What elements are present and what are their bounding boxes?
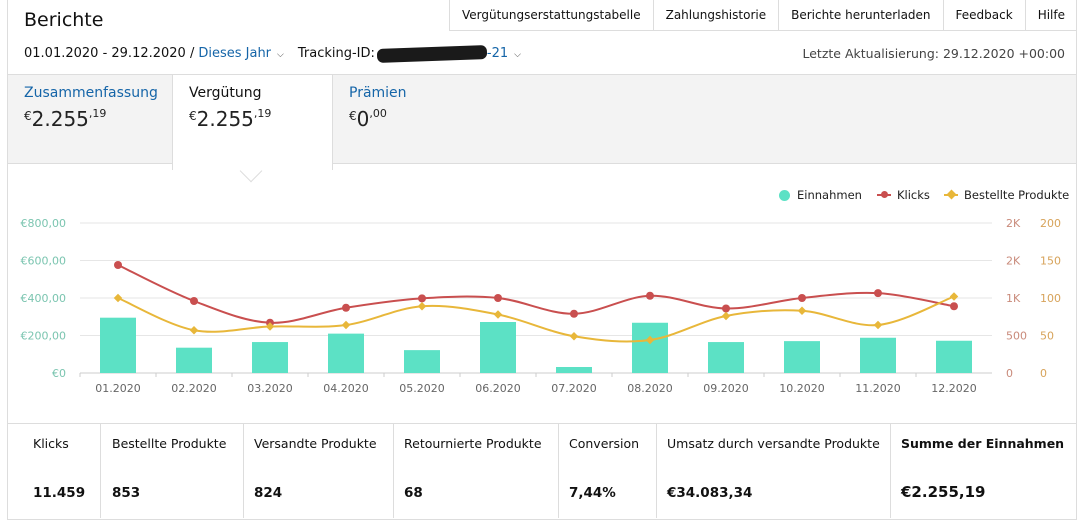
x-axis-tick-label: 08.2020 bbox=[627, 382, 673, 395]
y-axis-right-tick: 1K bbox=[1006, 292, 1021, 305]
bar-einnahmen bbox=[936, 340, 972, 373]
x-axis-tick-label: 05.2020 bbox=[399, 382, 445, 395]
point-klicks bbox=[874, 289, 882, 298]
point-bestellte-produkte bbox=[417, 302, 427, 311]
metric-label: Conversion bbox=[569, 436, 640, 451]
metrics-row: Klicks 11.459 Bestellte Produkte 853 Ver… bbox=[8, 423, 1076, 519]
x-axis-tick-label: 09.2020 bbox=[703, 382, 749, 395]
x-axis-tick-label: 11.2020 bbox=[855, 382, 901, 395]
y-axis-left-tick: €400,00 bbox=[21, 292, 67, 305]
point-klicks bbox=[418, 294, 426, 303]
metric-label: Versandte Produkte bbox=[254, 436, 377, 451]
metric-summe-einnahmen: Summe der Einnahmen €2.255,19 bbox=[891, 424, 1076, 518]
y-axis-right2-tick: 0 bbox=[1040, 367, 1047, 380]
point-klicks bbox=[950, 302, 958, 311]
x-axis-tick-label: 03.2020 bbox=[247, 382, 293, 395]
metric-value: 824 bbox=[254, 485, 283, 501]
y-axis-left-tick: €800,00 bbox=[21, 217, 67, 230]
point-klicks bbox=[646, 291, 654, 300]
x-axis-tick-label: 04.2020 bbox=[323, 382, 369, 395]
y-axis-right2-tick: 50 bbox=[1040, 330, 1054, 343]
metric-value: €2.255,19 bbox=[901, 483, 986, 501]
point-bestellte-produkte bbox=[797, 306, 807, 315]
point-bestellte-produkte bbox=[721, 311, 731, 321]
y-axis-right-tick: 0 bbox=[1006, 367, 1013, 380]
point-klicks bbox=[722, 304, 730, 313]
bar-einnahmen bbox=[100, 317, 136, 373]
y-axis-left-tick: €0 bbox=[52, 367, 66, 380]
x-axis-tick-label: 12.2020 bbox=[931, 382, 977, 395]
y-axis-right2-tick: 100 bbox=[1040, 292, 1061, 305]
y-axis-right-tick: 2K bbox=[1006, 255, 1021, 268]
bar-einnahmen bbox=[328, 333, 364, 373]
metric-retournierte-produkte: Retournierte Produkte 68 bbox=[394, 424, 559, 518]
y-axis-right2-tick: 150 bbox=[1040, 255, 1061, 268]
point-bestellte-produkte bbox=[569, 332, 579, 341]
metric-klicks: Klicks 11.459 bbox=[8, 424, 101, 518]
point-klicks bbox=[494, 294, 502, 302]
bar-einnahmen bbox=[860, 337, 896, 373]
bar-einnahmen bbox=[176, 347, 212, 373]
metric-value: 68 bbox=[404, 485, 423, 501]
metric-label: Bestellte Produkte bbox=[112, 436, 227, 451]
point-bestellte-produkte bbox=[873, 320, 883, 330]
point-bestellte-produkte bbox=[341, 320, 351, 330]
point-klicks bbox=[342, 303, 350, 312]
y-axis-right2-tick: 200 bbox=[1040, 217, 1061, 230]
point-klicks bbox=[570, 309, 578, 318]
x-axis-tick-label: 07.2020 bbox=[551, 382, 597, 395]
bar-einnahmen bbox=[784, 341, 820, 373]
point-klicks bbox=[114, 261, 122, 269]
x-axis-tick-label: 06.2020 bbox=[475, 382, 521, 395]
y-axis-right-tick: 2K bbox=[1006, 217, 1021, 230]
metric-label: Summe der Einnahmen bbox=[901, 436, 1065, 451]
x-axis-tick-label: 02.2020 bbox=[171, 382, 217, 395]
metric-umsatz: Umsatz durch versandte Produkte €34.083,… bbox=[657, 424, 891, 518]
metric-label: Klicks bbox=[33, 436, 69, 451]
bar-einnahmen bbox=[556, 367, 592, 373]
metric-bestellte-produkte: Bestellte Produkte 853 bbox=[101, 424, 244, 518]
bar-einnahmen bbox=[480, 322, 516, 373]
line-klicks bbox=[117, 264, 955, 324]
x-axis-tick-label: 01.2020 bbox=[95, 382, 141, 395]
metric-label: Umsatz durch versandte Produkte bbox=[667, 436, 880, 451]
y-axis-left-tick: €200,00 bbox=[21, 330, 67, 343]
point-bestellte-produkte bbox=[189, 326, 199, 335]
point-klicks bbox=[190, 297, 198, 305]
metric-label: Retournierte Produkte bbox=[404, 436, 542, 451]
point-bestellte-produkte bbox=[113, 293, 123, 303]
metric-value: €34.083,34 bbox=[667, 485, 753, 501]
y-axis-right-tick: 500 bbox=[1006, 330, 1027, 343]
earnings-chart: €0 0 0 €200,00 500 50 €400,00 1K 100 €600,00 2K 150… bbox=[21, 217, 1062, 395]
point-bestellte-produkte bbox=[493, 310, 503, 319]
metric-conversion: Conversion 7,44% bbox=[559, 424, 657, 518]
metric-value: 11.459 bbox=[33, 485, 86, 501]
bar-einnahmen bbox=[404, 350, 440, 373]
point-bestellte-produkte bbox=[949, 292, 959, 301]
bar-einnahmen bbox=[632, 322, 668, 373]
bar-einnahmen bbox=[708, 342, 744, 373]
bar-einnahmen bbox=[252, 342, 288, 373]
metric-value: 7,44% bbox=[569, 485, 616, 501]
y-axis-left-tick: €600,00 bbox=[21, 255, 67, 268]
metric-value: 853 bbox=[112, 485, 141, 501]
metric-versandte-produkte: Versandte Produkte 824 bbox=[244, 424, 394, 518]
point-klicks bbox=[798, 294, 806, 302]
x-axis-tick-label: 10.2020 bbox=[779, 382, 825, 395]
